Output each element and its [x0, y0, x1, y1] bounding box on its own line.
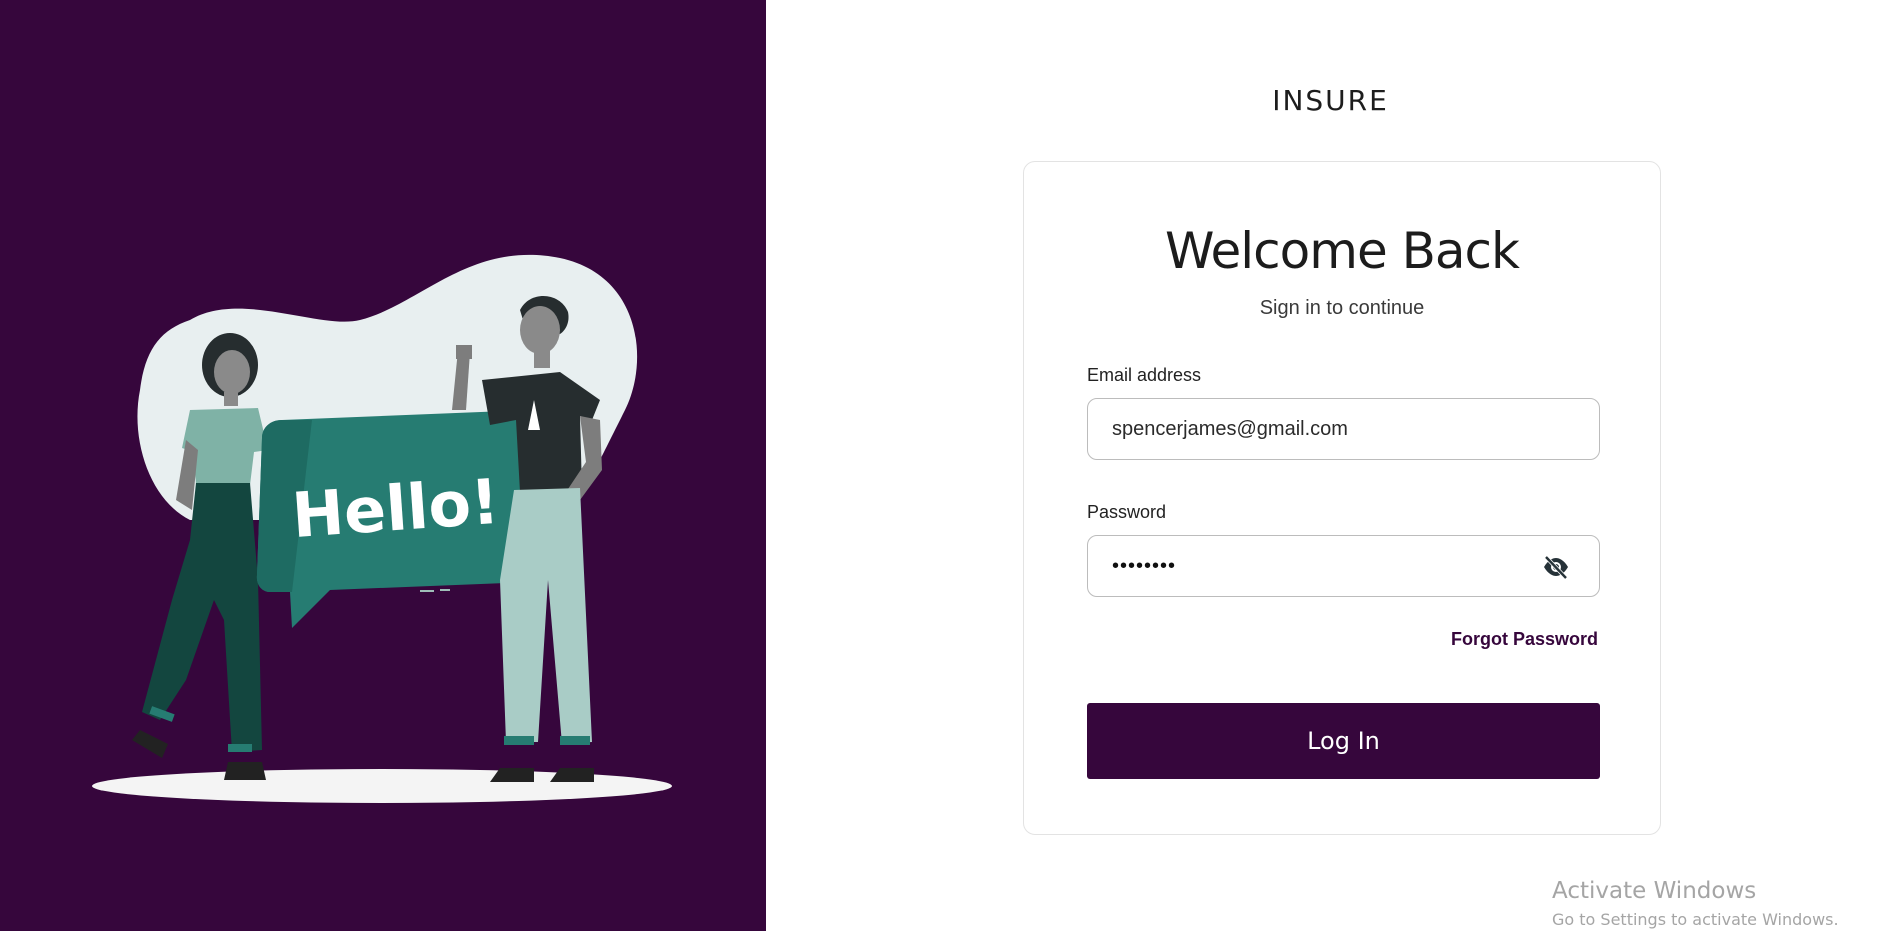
page-subtitle: Sign in to continue [1259, 297, 1425, 319]
bubble-text: Hello! [290, 465, 502, 552]
password-label: Password [1087, 502, 1167, 522]
hello-illustration: Hello! [92, 254, 672, 803]
watermark-title: Activate Windows [1552, 878, 1757, 904]
brand-logo: INSURE [1272, 84, 1389, 117]
activate-windows-watermark: Activate Windows Go to Settings to activ… [1552, 878, 1839, 929]
login-panel: INSURE Welcome Back Sign in to continue … [766, 0, 1895, 931]
login-card: Welcome Back Sign in to continue Email a… [1023, 161, 1661, 835]
email-field[interactable] [1087, 398, 1600, 460]
password-input[interactable]: •••••••• [1112, 536, 1176, 596]
forgot-password-link[interactable]: Forgot Password [1451, 629, 1598, 650]
email-input[interactable] [1112, 399, 1532, 459]
watermark-subtitle: Go to Settings to activate Windows. [1552, 910, 1839, 929]
illustration-panel: Hello! [0, 0, 766, 931]
page-title: Welcome Back [1165, 222, 1520, 280]
login-button[interactable]: Log In [1087, 703, 1600, 779]
password-field[interactable]: •••••••• [1087, 535, 1600, 597]
email-label: Email address [1087, 365, 1202, 385]
eye-off-icon[interactable] [1541, 553, 1571, 581]
